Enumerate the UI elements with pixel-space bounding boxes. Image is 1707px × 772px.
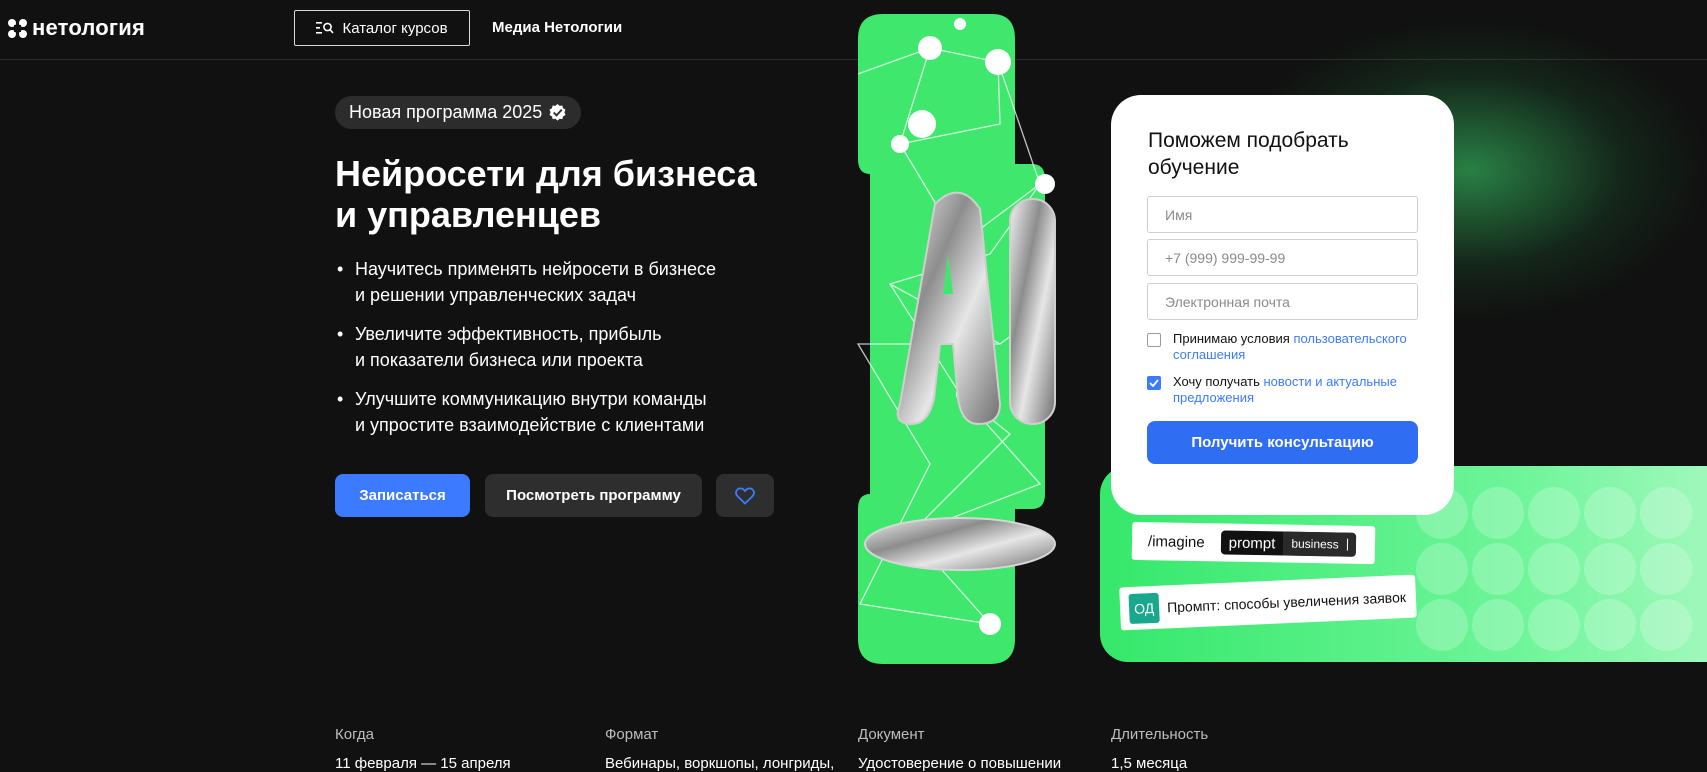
- info-label: Когда: [335, 726, 374, 743]
- info-duration: Длительность 1,5 месяца: [1111, 726, 1208, 772]
- news-checkbox[interactable]: [1147, 376, 1161, 390]
- check-icon: [1149, 379, 1159, 387]
- name-field[interactable]: [1147, 196, 1418, 233]
- info-value: Удостоверение о повышении: [858, 755, 1062, 772]
- benefits-list: Научитесь применять нейросети в бизнесе …: [335, 256, 805, 451]
- text-caret: [1346, 538, 1348, 551]
- form-title: Поможем подобрать обучение: [1148, 129, 1349, 179]
- info-value: 1,5 месяца: [1111, 755, 1188, 772]
- terms-checkbox[interactable]: [1147, 333, 1161, 347]
- bullet-line: Улучшите коммуникацию внутри команды: [355, 389, 707, 409]
- imagine-text: /imagine: [1147, 532, 1205, 551]
- page-title: Нейросети для бизнеса и управленцев: [335, 153, 815, 235]
- favorite-button[interactable]: [716, 474, 774, 517]
- catalog-label: Каталог курсов: [342, 19, 448, 37]
- avatar: ОД: [1128, 592, 1160, 624]
- info-when: Когда 11 февраля — 15 апреля: [335, 726, 511, 772]
- title-line-1: Нейросети для бизнеса: [335, 153, 757, 194]
- bullet-line: и показатели бизнеса или проекта: [355, 350, 643, 370]
- imagine-prompt-card: /imagine prompt business: [1131, 521, 1376, 565]
- phone-field[interactable]: [1147, 239, 1418, 276]
- new-program-badge: Новая программа 2025: [335, 96, 582, 129]
- decor-dots: [1416, 487, 1692, 651]
- logo-icon: [8, 18, 27, 38]
- news-text: Хочу получать новости и актуальные предл…: [1173, 374, 1427, 406]
- media-link[interactable]: Медиа Нетологии: [492, 19, 622, 36]
- signup-button[interactable]: Записаться: [335, 474, 470, 517]
- catalog-button[interactable]: Каталог курсов: [294, 10, 470, 46]
- info-label: Длительность: [1111, 726, 1209, 743]
- heart-icon: [735, 486, 755, 505]
- info-format: Формат Вебинары, воркшопы, лонгриды,: [605, 726, 834, 772]
- info-value: Вебинары, воркшопы, лонгриды,: [605, 755, 835, 772]
- title-line-2: и управленцев: [335, 194, 602, 235]
- list-item: Научитесь применять нейросети в бизнесе …: [335, 256, 805, 308]
- bullet-line: и упростите взаимодействие с клиентами: [355, 415, 705, 435]
- prompt-message-text: Промпт: способы увеличения заявок: [1166, 588, 1407, 615]
- badge-text: Новая программа 2025: [349, 102, 543, 122]
- prompt-word: prompt: [1228, 534, 1276, 552]
- info-label: Документ: [858, 726, 925, 743]
- bullet-line: Научитесь применять нейросети в бизнесе: [355, 259, 717, 279]
- info-label: Формат: [605, 726, 659, 743]
- terms-text: Принимаю условия пользовательского согла…: [1173, 331, 1427, 363]
- info-document: Документ Удостоверение о повышении: [858, 726, 1061, 772]
- consultation-form: Поможем подобрать обучение Принимаю усло…: [1111, 95, 1454, 515]
- verified-icon: [549, 103, 566, 121]
- view-program-button[interactable]: Посмотреть программу: [485, 474, 702, 517]
- list-item: Увеличите эффективность, прибыль и показ…: [335, 321, 805, 373]
- news-label: Хочу получать: [1173, 374, 1264, 389]
- terms-row: Принимаю условия пользовательского согла…: [1147, 331, 1427, 363]
- business-word-text: business: [1291, 536, 1339, 552]
- catalog-search-icon: [316, 22, 335, 34]
- business-word: business: [1283, 531, 1356, 557]
- terms-label: Принимаю условия: [1173, 331, 1294, 346]
- list-item: Улучшите коммуникацию внутри команды и у…: [335, 386, 805, 438]
- email-field[interactable]: [1147, 283, 1418, 320]
- logo[interactable]: нетология: [7, 15, 145, 41]
- ai-illustration: AI: [856, 14, 1056, 664]
- logo-text: нетология: [32, 15, 146, 40]
- bullet-line: и решении управленческих задач: [355, 285, 637, 305]
- prompt-chip: prompt business: [1220, 530, 1356, 557]
- info-value: 11 февраля — 15 апреля: [335, 755, 511, 772]
- bullet-line: Увеличите эффективность, прибыль: [355, 324, 662, 344]
- get-consultation-button[interactable]: Получить консультацию: [1147, 421, 1418, 464]
- news-row: Хочу получать новости и актуальные предл…: [1147, 374, 1427, 406]
